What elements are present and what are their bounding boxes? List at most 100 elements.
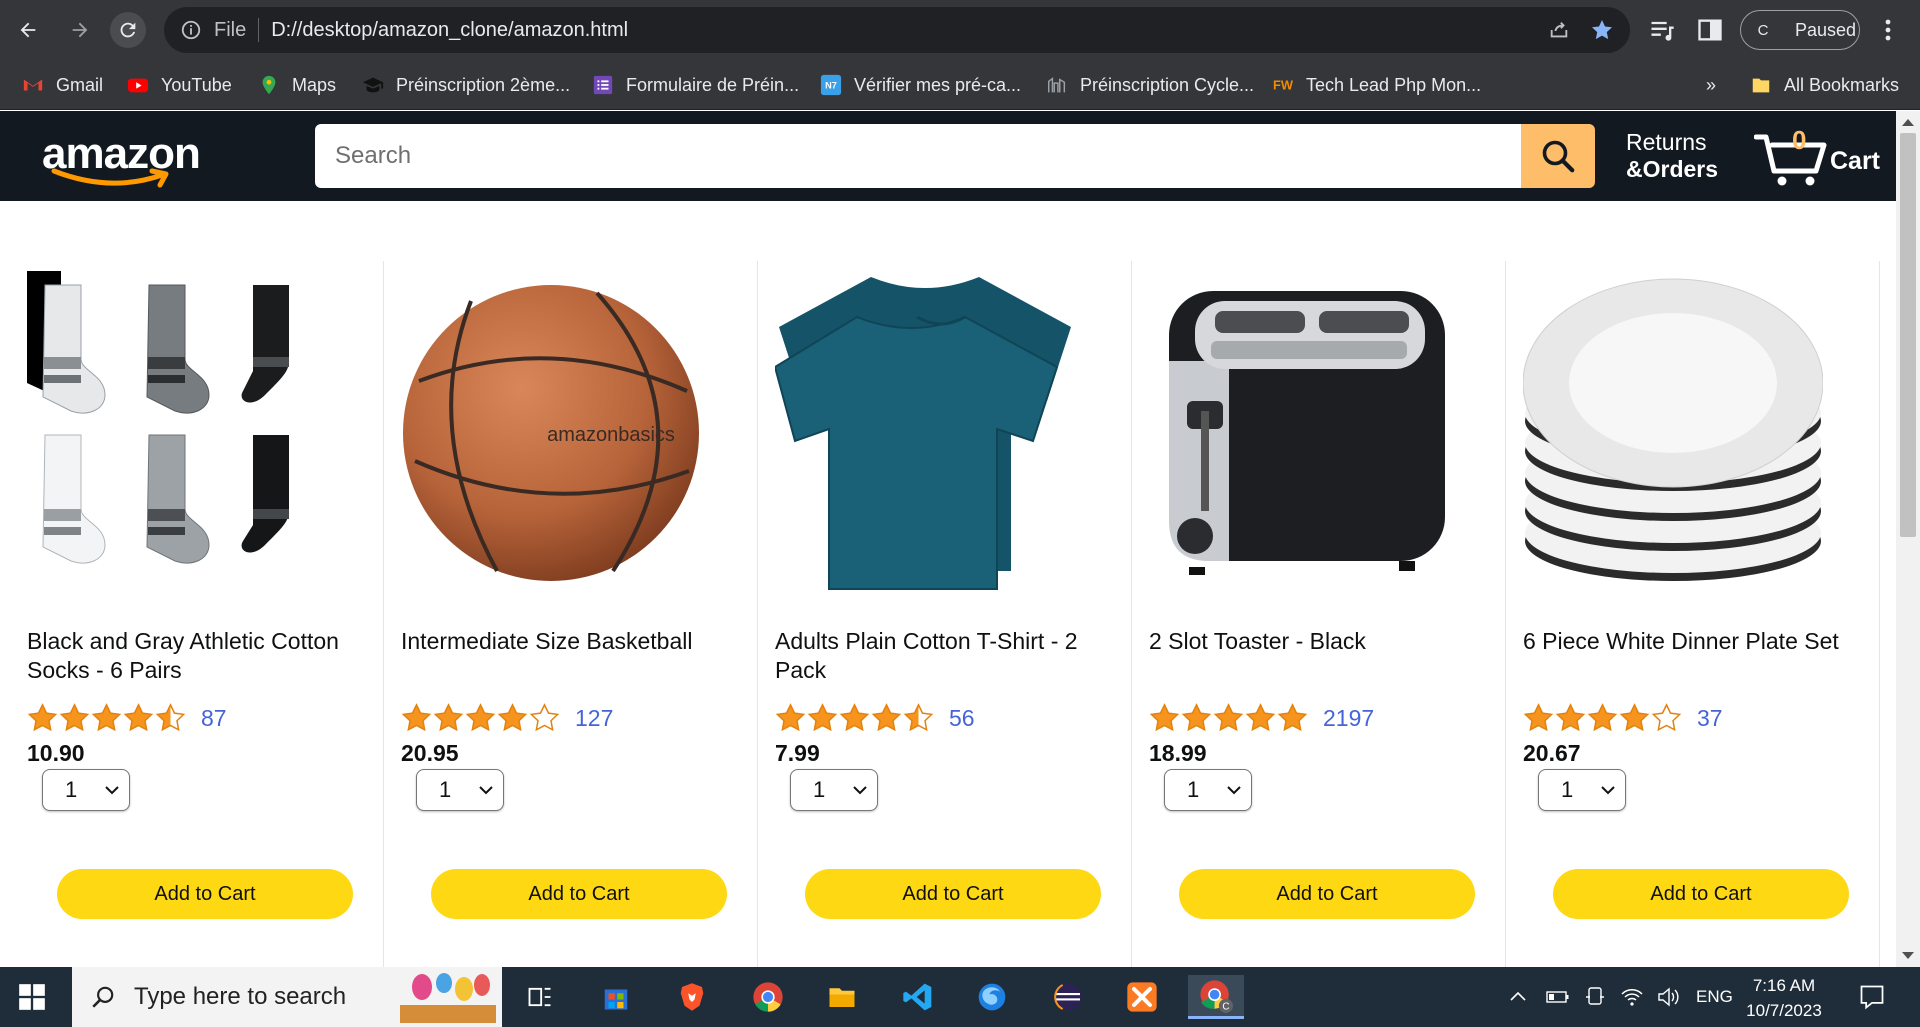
plates-image <box>1523 278 1823 581</box>
rating-count[interactable]: 56 <box>949 705 975 732</box>
folder-icon <box>829 988 855 1007</box>
cart-count: 0 <box>1792 125 1807 155</box>
star-icon <box>401 703 432 732</box>
taskbar-xampp[interactable] <box>1114 975 1170 1019</box>
cart-link[interactable]: 0 Cart <box>1754 125 1884 186</box>
star-icon <box>839 703 870 732</box>
socks-image <box>27 271 289 564</box>
taskbar-search[interactable]: Type here to search <box>72 967 502 1027</box>
add-to-cart-button[interactable]: Add to Cart <box>1179 869 1475 919</box>
product-name[interactable]: 6 Piece White Dinner Plate Set <box>1523 627 1863 656</box>
windows-start-icon[interactable] <box>18 983 46 1011</box>
quantity-value: 1 <box>813 777 826 802</box>
taskbar-eclipse[interactable] <box>1040 975 1096 1019</box>
task-view-button[interactable] <box>512 975 568 1019</box>
bookmark-tech-lead[interactable]: FW Tech Lead Php Mon... <box>1272 70 1481 100</box>
product-name[interactable]: Adults Plain Cotton T-Shirt - 2 Pack <box>775 627 1115 685</box>
quantity-select[interactable]: 1 <box>42 769 130 811</box>
rating-count[interactable]: 2197 <box>1323 705 1374 732</box>
language-indicator[interactable]: ENG <box>1696 987 1733 1007</box>
back-button[interactable] <box>10 12 46 48</box>
bookmark-formulaire[interactable]: Formulaire de Préin... <box>592 70 799 100</box>
search-button[interactable] <box>1521 124 1595 188</box>
add-to-cart-button[interactable]: Add to Cart <box>805 869 1101 919</box>
scroll-down-icon[interactable] <box>1902 952 1914 959</box>
bookmark-gmail[interactable]: Gmail <box>22 70 103 100</box>
bookmark-youtube[interactable]: YouTube <box>127 70 232 100</box>
search-input[interactable] <box>315 124 1521 188</box>
reload-button[interactable] <box>110 12 146 48</box>
quantity-select[interactable]: 1 <box>790 769 878 811</box>
taskbar-store[interactable] <box>588 975 644 1019</box>
bookmark-star-icon[interactable] <box>1590 18 1614 42</box>
taskbar-chrome[interactable] <box>740 975 796 1019</box>
product-rating: 2197 <box>1149 703 1374 733</box>
taskbar-file-explorer[interactable] <box>814 975 870 1019</box>
add-to-cart-button[interactable]: Add to Cart <box>1553 869 1849 919</box>
share-icon[interactable] <box>1548 19 1570 41</box>
info-icon[interactable] <box>180 19 202 41</box>
volume-icon[interactable] <box>1656 986 1680 1008</box>
forward-button[interactable] <box>62 12 98 48</box>
quantity-select[interactable]: 1 <box>1538 769 1626 811</box>
bookmark-maps[interactable]: Maps <box>258 70 336 100</box>
product-image[interactable] <box>27 271 327 591</box>
omnibox-divider <box>258 18 260 42</box>
bookmarks-overflow-button[interactable]: » <box>1706 70 1716 100</box>
taskbar-clock[interactable]: 7:16 AM 10/7/2023 <box>1734 973 1834 1023</box>
bookmark-preinscription-2eme[interactable]: Préinscription 2ème... <box>362 70 570 100</box>
chrome-profile-icon: C <box>1200 979 1233 1013</box>
scroll-thumb[interactable] <box>1900 133 1916 537</box>
amazon-logo[interactable]: amazon <box>42 121 201 191</box>
taskbar-brave[interactable] <box>664 975 720 1019</box>
chevron-up-icon[interactable] <box>1508 987 1528 1007</box>
more-menu-icon[interactable] <box>1874 14 1902 46</box>
folder-icon <box>1752 78 1770 93</box>
product-name[interactable]: Black and Gray Athletic Cotton Socks - 6… <box>27 627 367 685</box>
reading-list-icon[interactable] <box>1648 16 1676 44</box>
side-panel-icon[interactable] <box>1696 16 1724 44</box>
add-to-cart-button[interactable]: Add to Cart <box>57 869 353 919</box>
quantity-select[interactable]: 1 <box>1164 769 1252 811</box>
returns-line-1: Returns <box>1626 129 1707 155</box>
taskbar-search-placeholder: Type here to search <box>134 983 347 1010</box>
product-card: 6 Piece White Dinner Plate Set 37 20.67 … <box>1506 261 1880 967</box>
bookmark-label: Tech Lead Php Mon... <box>1306 74 1482 95</box>
product-card: Adults Plain Cotton T-Shirt - 2 Pack 56 … <box>758 261 1132 967</box>
taskbar-firefox-dev[interactable] <box>964 975 1020 1019</box>
product-price: 20.95 <box>401 740 459 766</box>
xampp-icon <box>1127 982 1157 1012</box>
rating-count[interactable]: 37 <box>1697 705 1723 732</box>
device-icon[interactable] <box>1584 986 1606 1008</box>
page-scrollbar[interactable] <box>1896 111 1920 967</box>
url-text[interactable]: D://desktop/amazon_clone/amazon.html <box>271 19 628 42</box>
taskbar-vscode[interactable] <box>890 975 946 1019</box>
returns-orders-link[interactable]: Returns &Orders <box>1626 129 1718 183</box>
product-image[interactable]: amazonbasics <box>401 271 701 591</box>
battery-icon[interactable] <box>1546 987 1570 1007</box>
notifications-icon[interactable] <box>1858 983 1886 1011</box>
scroll-up-icon[interactable] <box>1902 119 1914 126</box>
rating-count[interactable]: 87 <box>201 705 227 732</box>
address-bar[interactable]: File D://desktop/amazon_clone/amazon.htm… <box>164 7 1630 53</box>
bookmark-verifier[interactable]: N7 Vérifier mes pré-ca... <box>820 70 1021 100</box>
star-icon <box>465 703 496 732</box>
bookmark-preinscription-cycle[interactable]: Préinscription Cycle... <box>1046 70 1254 100</box>
quantity-select[interactable]: 1 <box>416 769 504 811</box>
youtube-icon <box>127 78 149 93</box>
quantity-value: 1 <box>1561 777 1574 802</box>
all-bookmarks-folder[interactable]: All Bookmarks <box>1750 70 1899 100</box>
add-to-cart-button[interactable]: Add to Cart <box>431 869 727 919</box>
taskbar-chrome-profile[interactable]: C <box>1188 975 1244 1019</box>
product-image[interactable] <box>1523 271 1823 591</box>
product-name[interactable]: Intermediate Size Basketball <box>401 627 741 656</box>
star-icon <box>529 703 560 732</box>
wifi-icon[interactable] <box>1620 986 1644 1008</box>
product-image[interactable] <box>775 271 1075 591</box>
product-image[interactable] <box>1149 271 1449 591</box>
profile-button[interactable]: C Paused <box>1740 10 1860 50</box>
star-icon <box>775 703 806 732</box>
product-name[interactable]: 2 Slot Toaster - Black <box>1149 627 1489 656</box>
chevron-down-icon <box>479 786 493 795</box>
rating-count[interactable]: 127 <box>575 705 613 732</box>
